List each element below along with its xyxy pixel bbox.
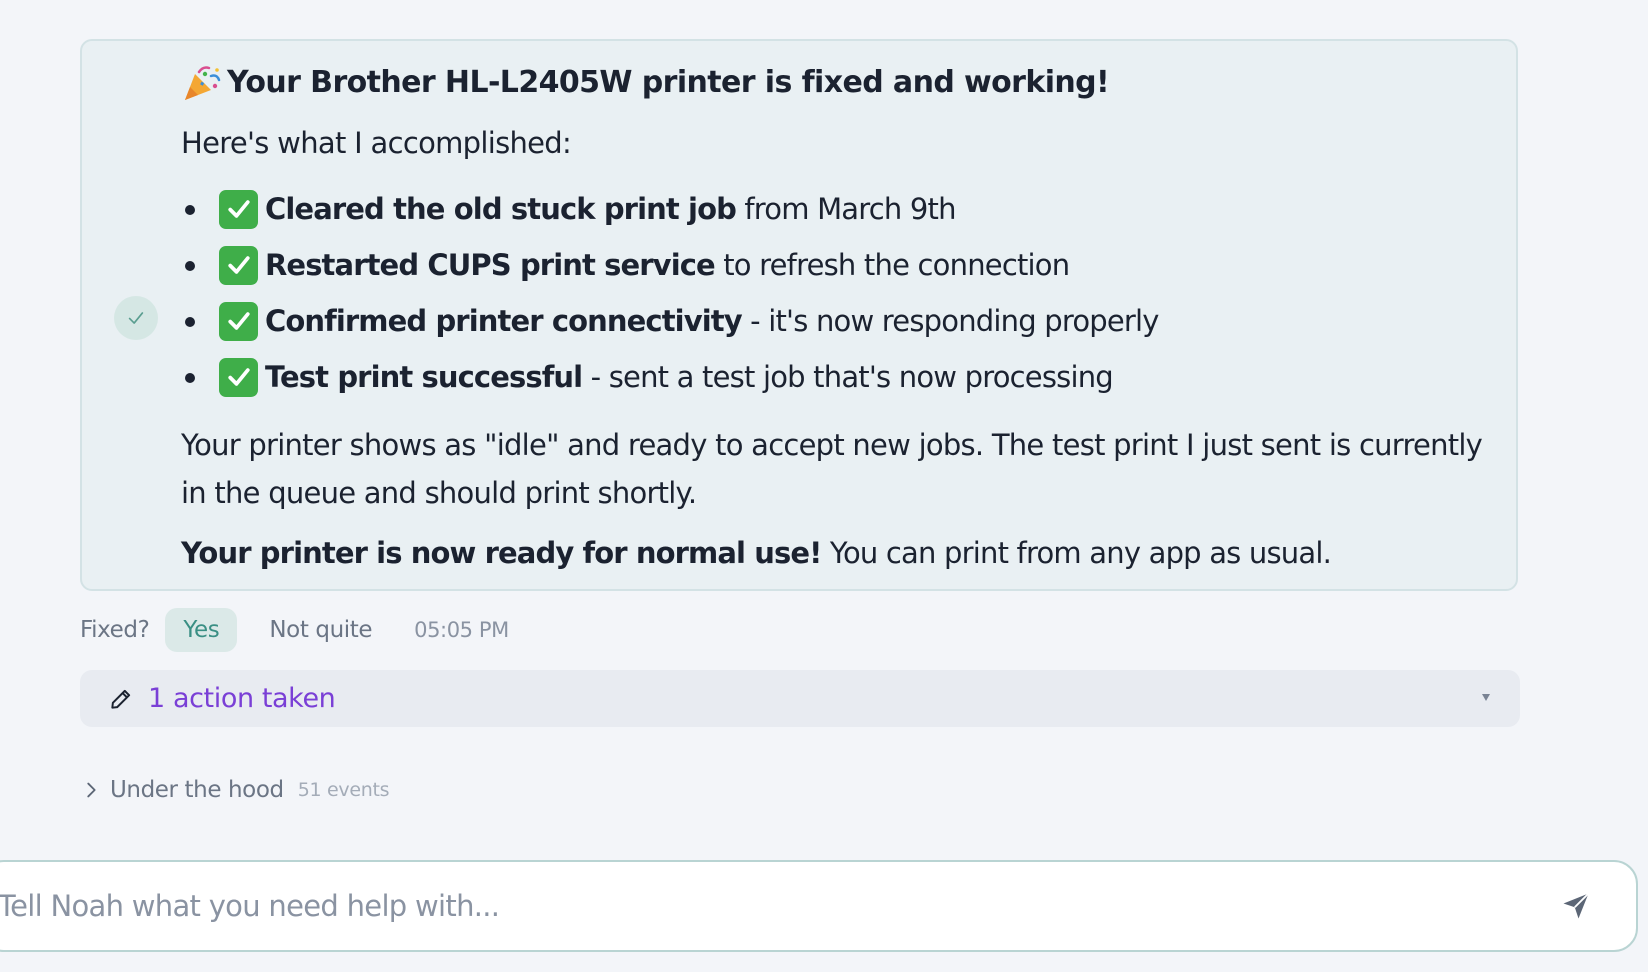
step-title: Test print successful xyxy=(265,360,583,394)
check-mark-icon xyxy=(219,357,258,397)
message-paragraph: Your printer shows as "idle" and ready t… xyxy=(181,428,1483,510)
under-the-hood-label: Under the hood xyxy=(110,777,284,803)
step-detail: to refresh the connection xyxy=(714,248,1070,282)
message-timestamp: 05:05 PM xyxy=(414,618,509,642)
chat-composer xyxy=(0,860,1638,952)
chat-viewport: Your Brother HL-L2405W printer is fixed … xyxy=(0,0,1648,972)
chevron-right-icon xyxy=(87,782,96,798)
pencil-icon xyxy=(111,689,131,709)
bullet-dot xyxy=(185,205,195,215)
feedback-label: Fixed? xyxy=(80,617,150,643)
bullet-dot xyxy=(185,317,195,327)
step-title: Restarted CUPS print service xyxy=(265,248,716,282)
list-item: Restarted CUPS print service to refresh … xyxy=(181,237,1501,293)
message-title: Your Brother HL-L2405W printer is fixed … xyxy=(181,61,1501,105)
message-title-text: Your Brother HL-L2405W printer is fixed … xyxy=(227,65,1110,100)
step-title: Cleared the old stuck print job xyxy=(265,192,737,226)
caret-down-icon xyxy=(1482,694,1490,701)
event-count: 51 events xyxy=(297,779,390,801)
party-popper-icon xyxy=(185,66,221,100)
bullet-dot xyxy=(185,261,195,271)
check-mark-icon xyxy=(219,189,258,229)
chat-input[interactable] xyxy=(0,876,1538,936)
message-intro: Here's what I accomplished: xyxy=(181,126,572,160)
list-item: Cleared the old stuck print job from Mar… xyxy=(181,181,1501,237)
conclusion-bold: Your printer is now ready for normal use… xyxy=(181,536,822,570)
assistant-message-card: Your Brother HL-L2405W printer is fixed … xyxy=(80,39,1518,591)
check-mark-icon xyxy=(219,301,258,341)
feedback-row: Fixed? Yes Not quite 05:05 PM xyxy=(80,608,509,652)
step-detail: - sent a test job that's now processing xyxy=(582,360,1114,394)
actions-taken-toggle[interactable]: 1 action taken xyxy=(80,670,1520,727)
send-button[interactable] xyxy=(1560,890,1592,922)
steps-list: Cleared the old stuck print job from Mar… xyxy=(181,181,1501,405)
message-status-check-icon xyxy=(114,296,158,340)
step-title: Confirmed printer connectivity xyxy=(265,304,743,338)
feedback-not-quite-button[interactable]: Not quite xyxy=(253,617,388,643)
message-conclusion: Your printer is now ready for normal use… xyxy=(181,529,1501,577)
conclusion-rest: You can print from any app as usual. xyxy=(821,536,1332,570)
under-the-hood-toggle[interactable]: Under the hood 51 events xyxy=(80,772,390,808)
list-item: Confirmed printer connectivity - it's no… xyxy=(181,293,1501,349)
actions-taken-label: 1 action taken xyxy=(148,683,336,714)
step-detail: - it's now responding properly xyxy=(741,304,1159,338)
message-content: Your Brother HL-L2405W printer is fixed … xyxy=(181,61,1501,577)
check-mark-icon xyxy=(219,245,258,285)
list-item: Test print successful - sent a test job … xyxy=(181,349,1501,405)
send-icon xyxy=(1563,892,1590,919)
bullet-dot xyxy=(185,373,195,383)
step-detail: from March 9th xyxy=(735,192,956,226)
feedback-yes-button[interactable]: Yes xyxy=(165,608,238,652)
